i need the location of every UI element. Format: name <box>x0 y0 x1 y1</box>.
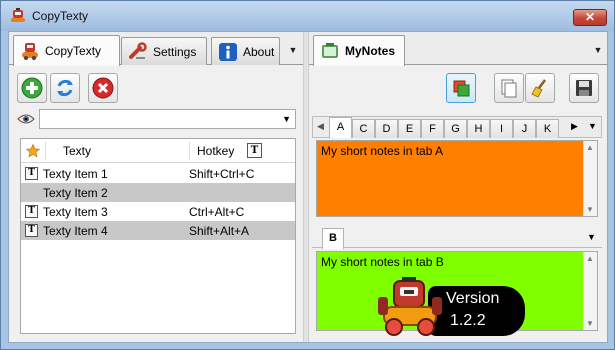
star-icon <box>26 144 40 158</box>
text-format-icon: T <box>25 205 38 218</box>
tab-f[interactable]: F <box>421 119 444 138</box>
tab-g[interactable]: G <box>444 119 467 138</box>
tab-a[interactable]: A <box>329 117 352 138</box>
tab-e[interactable]: E <box>398 119 421 138</box>
note-editor-a[interactable]: My short notes in tab A ▲ ▼ <box>316 140 598 217</box>
copy-icon <box>501 79 517 98</box>
tab-scroll-left-icon[interactable]: ◀ <box>317 121 324 132</box>
tab-d[interactable]: D <box>375 119 398 138</box>
bottom-tab-bar: B ▼ <box>312 226 602 249</box>
item-hotkey: Ctrl+Alt+C <box>189 205 245 219</box>
tab-c[interactable]: C <box>352 119 375 138</box>
tab-menu-dropdown-icon[interactable]: ▼ <box>288 45 298 55</box>
left-tabstrip: CopyTexty Settings About ▼ <box>9 32 303 66</box>
item-name: Texty Item 4 <box>43 224 108 238</box>
info-icon <box>217 41 239 63</box>
tab-h[interactable]: H <box>467 119 490 138</box>
scroll-down-icon[interactable]: ▼ <box>586 205 594 214</box>
text-format-icon: T <box>25 224 38 237</box>
list-header: Texty Hotkey T <box>21 139 295 163</box>
version-label: Version <box>446 290 500 307</box>
tab-label: B <box>329 232 337 244</box>
column-separator[interactable] <box>189 142 190 160</box>
list-item[interactable]: T Texty Item 1 Shift+Ctrl+C <box>21 164 295 183</box>
tab-settings[interactable]: Settings <box>121 37 207 65</box>
tab-menu-dropdown-icon[interactable]: ▼ <box>588 121 597 131</box>
item-hotkey: Shift+Ctrl+C <box>189 167 255 181</box>
tab-scroll-right-icon[interactable]: ▶ <box>571 121 578 132</box>
scroll-down-icon[interactable]: ▼ <box>586 319 594 328</box>
version-badge: Version 1.2.2 <box>378 277 528 337</box>
delete-button[interactable] <box>88 73 118 103</box>
app-window: CopyTexty ✕ CopyTexty Settings About ▼ ▼… <box>0 0 615 350</box>
scrollbar[interactable]: ▲ ▼ <box>583 141 597 216</box>
item-hotkey: Shift+Alt+A <box>189 224 250 238</box>
column-separator[interactable] <box>45 142 46 160</box>
filter-row: ▼ <box>17 109 296 129</box>
left-pane: CopyTexty Settings About ▼ ▼ Texty Hotke… <box>9 32 303 342</box>
letter-tab-bar: ◀ ACDEFGHIJK ▶ ▼ <box>312 116 602 138</box>
close-button[interactable]: ✕ <box>573 9 607 26</box>
robot-icon <box>11 8 25 22</box>
robot-mascot-icon <box>378 277 442 336</box>
version-number: 1.2.2 <box>450 312 486 329</box>
filter-combo[interactable]: ▼ <box>39 109 296 129</box>
scrollbar[interactable]: ▲ ▼ <box>583 252 597 330</box>
list-item[interactable]: T Texty Item 4 Shift+Alt+A <box>21 221 295 240</box>
tab-mynotes[interactable]: MyNotes <box>313 35 405 66</box>
title-bar[interactable]: CopyTexty ✕ <box>1 1 614 31</box>
window-title: CopyTexty <box>32 9 89 23</box>
list-item[interactable]: Texty Item 2 <box>21 183 295 202</box>
tab-label: Settings <box>153 44 197 59</box>
layout-button[interactable] <box>446 73 476 103</box>
notes-icon <box>319 40 341 62</box>
note-text[interactable]: My short notes in tab B <box>321 255 444 269</box>
scroll-up-icon[interactable]: ▲ <box>586 254 594 263</box>
note-text[interactable]: My short notes in tab A <box>321 144 443 158</box>
add-icon <box>21 77 43 99</box>
tab-k[interactable]: K <box>536 119 559 138</box>
list-item[interactable]: T Texty Item 3 Ctrl+Alt+C <box>21 202 295 221</box>
save-button[interactable] <box>569 73 599 103</box>
tab-menu-dropdown-icon[interactable]: ▼ <box>593 45 603 55</box>
column-header-hotkey[interactable]: Hotkey <box>197 144 234 158</box>
add-button[interactable] <box>17 73 47 103</box>
chevron-down-icon[interactable]: ▼ <box>282 114 291 124</box>
close-icon: ✕ <box>584 10 596 24</box>
item-name: Texty Item 3 <box>43 205 108 219</box>
tab-label: CopyTexty <box>45 44 102 58</box>
clear-button[interactable] <box>525 73 555 103</box>
scroll-up-icon[interactable]: ▲ <box>586 143 594 152</box>
tab-b[interactable]: B <box>322 228 344 249</box>
item-name: Texty Item 1 <box>43 167 108 181</box>
delete-icon <box>92 77 114 99</box>
column-header-texty[interactable]: Texty <box>63 144 91 158</box>
refresh-icon <box>57 79 73 97</box>
tab-i[interactable]: I <box>490 119 513 138</box>
tab-label: About <box>243 44 275 59</box>
eye-icon <box>17 114 35 124</box>
tab-copytexty[interactable]: CopyTexty <box>13 35 120 66</box>
tab-about[interactable]: About <box>211 37 280 65</box>
layout-icon <box>453 80 470 97</box>
robot-icon <box>19 40 41 62</box>
save-icon <box>576 80 592 96</box>
texty-list[interactable]: Texty Hotkey T T Texty Item 1 Shift+Ctrl+C… <box>20 138 296 334</box>
wrench-icon <box>127 41 149 63</box>
tab-j[interactable]: J <box>513 119 536 138</box>
tab-label: MyNotes <box>345 44 396 58</box>
text-format-icon[interactable]: T <box>247 143 262 158</box>
item-name: Texty Item 2 <box>43 186 108 200</box>
copy-button[interactable] <box>494 73 524 103</box>
tab-menu-dropdown-icon[interactable]: ▼ <box>587 232 596 242</box>
refresh-button[interactable] <box>50 73 80 103</box>
broom-icon <box>531 79 546 98</box>
right-tabstrip: MyNotes ▼ <box>309 32 607 66</box>
text-format-icon: T <box>25 167 38 180</box>
